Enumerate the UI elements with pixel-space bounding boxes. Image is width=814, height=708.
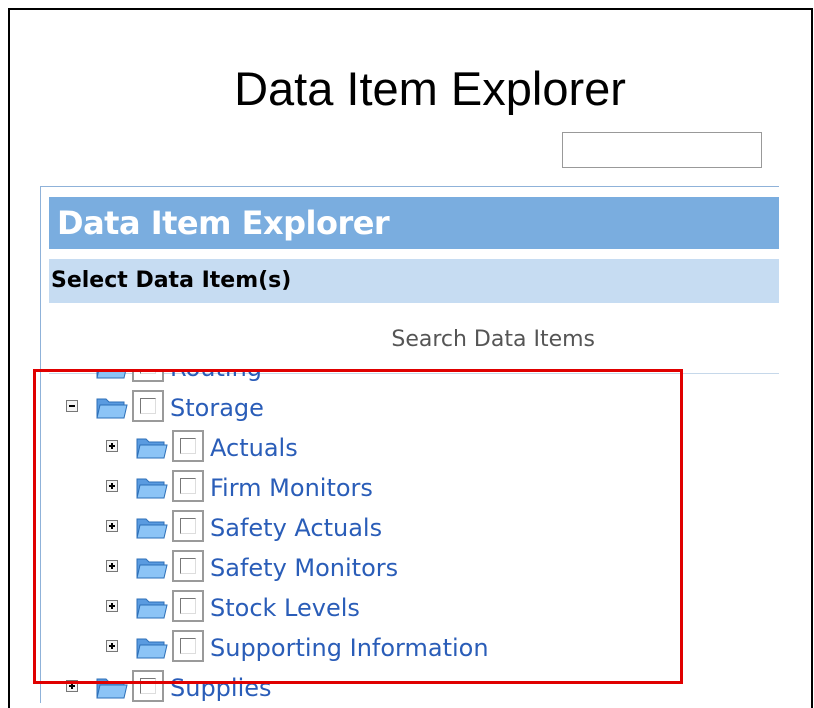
panel-subheader: Select Data Item(s) — [49, 259, 779, 303]
folder-open-icon — [136, 478, 168, 499]
panel-header: Data Item Explorer — [49, 197, 779, 249]
panel-title: Data Item Explorer — [57, 204, 390, 242]
tree-item-label[interactable]: Storage — [170, 394, 264, 422]
tree-item-stock-levels[interactable]: Stock Levels — [40, 590, 740, 626]
plus-box-icon[interactable] — [106, 520, 118, 532]
panel-subtitle: Select Data Item(s) — [51, 268, 292, 293]
tree-item-label[interactable]: Safety Actuals — [210, 514, 382, 542]
tree-item-label[interactable]: Firm Monitors — [210, 474, 373, 502]
folder-icon — [96, 678, 128, 699]
tree-checkbox[interactable] — [172, 590, 204, 622]
tree-checkbox[interactable] — [172, 510, 204, 542]
tree-checkbox[interactable] — [172, 550, 204, 582]
tree-item-label[interactable]: Routing — [170, 372, 262, 382]
folder-open-icon — [136, 598, 168, 619]
folder-icon — [96, 372, 126, 379]
tree-item-label[interactable]: Supporting Information — [210, 634, 489, 662]
folder-open-icon — [136, 558, 168, 579]
plus-box-icon[interactable] — [106, 600, 118, 612]
tree-item-safety-monitors[interactable]: Safety Monitors — [40, 550, 740, 586]
tree-item-partial-bottom[interactable]: Supplies — [40, 670, 740, 702]
plus-box-icon[interactable] — [106, 560, 118, 572]
tree-checkbox[interactable] — [132, 390, 164, 422]
tree-checkbox[interactable] — [172, 630, 204, 662]
tree-checkbox[interactable] — [132, 372, 164, 382]
tree-item-safety-actuals[interactable]: Safety Actuals — [40, 510, 740, 546]
page-title: Data Item Explorer — [234, 62, 626, 115]
tree-checkbox[interactable] — [172, 470, 204, 502]
folder-open-icon — [96, 398, 128, 419]
tree-item-label[interactable]: Stock Levels — [210, 594, 360, 622]
tree-item-label[interactable]: Supplies — [170, 674, 272, 702]
plus-box-icon[interactable] — [106, 480, 118, 492]
search-input[interactable] — [562, 132, 762, 168]
folder-open-icon — [136, 438, 168, 459]
plus-box-icon[interactable] — [66, 680, 78, 692]
tree-item-storage[interactable]: Storage — [40, 390, 740, 426]
tree-item-supporting-information[interactable]: Supporting Information — [40, 630, 740, 666]
tree-checkbox[interactable] — [132, 670, 164, 702]
tree-item-firm-monitors[interactable]: Firm Monitors — [40, 470, 740, 506]
plus-box-icon[interactable] — [106, 440, 118, 452]
tree-item-partial-top[interactable]: Routing — [40, 372, 740, 386]
plus-box-icon[interactable] — [106, 640, 118, 652]
tree-item-actuals[interactable]: Actuals — [40, 430, 740, 466]
tree-checkbox[interactable] — [172, 430, 204, 462]
folder-open-icon — [136, 638, 168, 659]
minus-box-icon[interactable] — [66, 400, 78, 412]
tree-item-label[interactable]: Safety Monitors — [210, 554, 398, 582]
data-item-tree: Routing Storage Actuals Firm Monitors — [40, 372, 778, 702]
tree-item-label[interactable]: Actuals — [210, 434, 298, 462]
search-label: Search Data Items — [391, 327, 595, 352]
folder-open-icon — [136, 518, 168, 539]
